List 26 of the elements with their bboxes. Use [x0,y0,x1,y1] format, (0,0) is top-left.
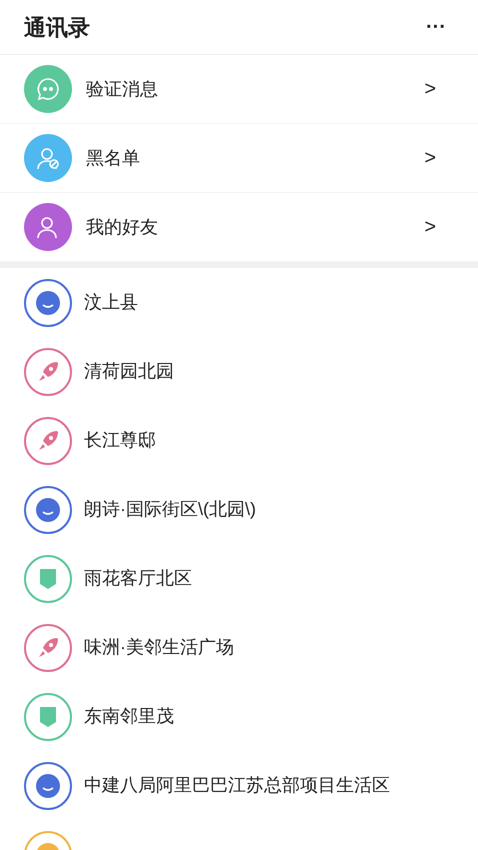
group-item[interactable]: 汶上县 [0,268,478,337]
group-item[interactable]: 长江尊邸 [0,406,478,475]
rocket-icon [24,624,72,672]
shield-icon [24,554,72,602]
user-icon [24,203,72,251]
group-item[interactable]: 东南邻里茂 [0,682,478,751]
blocked-user-icon [24,134,72,182]
chevron-icon: > [424,143,454,173]
rocket-icon [24,348,72,396]
group-item[interactable]: 清荷园北园 [0,337,478,406]
group-item[interactable]: 味洲·美邻生活广场 [0,613,478,682]
rocket-icon [24,416,72,464]
group-item[interactable]: 朗诗·国际街区\(北园\) [0,475,478,544]
smile-icon [24,278,72,326]
menu-item[interactable]: 验证消息 > [0,55,478,124]
group-item[interactable]: 中建八局阿里巴巴江苏总部项目生活区 [0,751,478,820]
chevron-icon: > [424,212,454,242]
more-button[interactable]: ··· [426,17,454,37]
shield-icon [24,692,72,740]
smile-icon [24,762,72,810]
chat-bubble-icon [24,65,72,113]
chevron-icon: > [424,74,454,104]
smile-icon [24,486,72,534]
menu-item[interactable]: 黑名单 > [0,124,478,193]
group-item[interactable]: 雨花客厅北区 [0,544,478,613]
page-title: 通讯录 [24,14,90,42]
